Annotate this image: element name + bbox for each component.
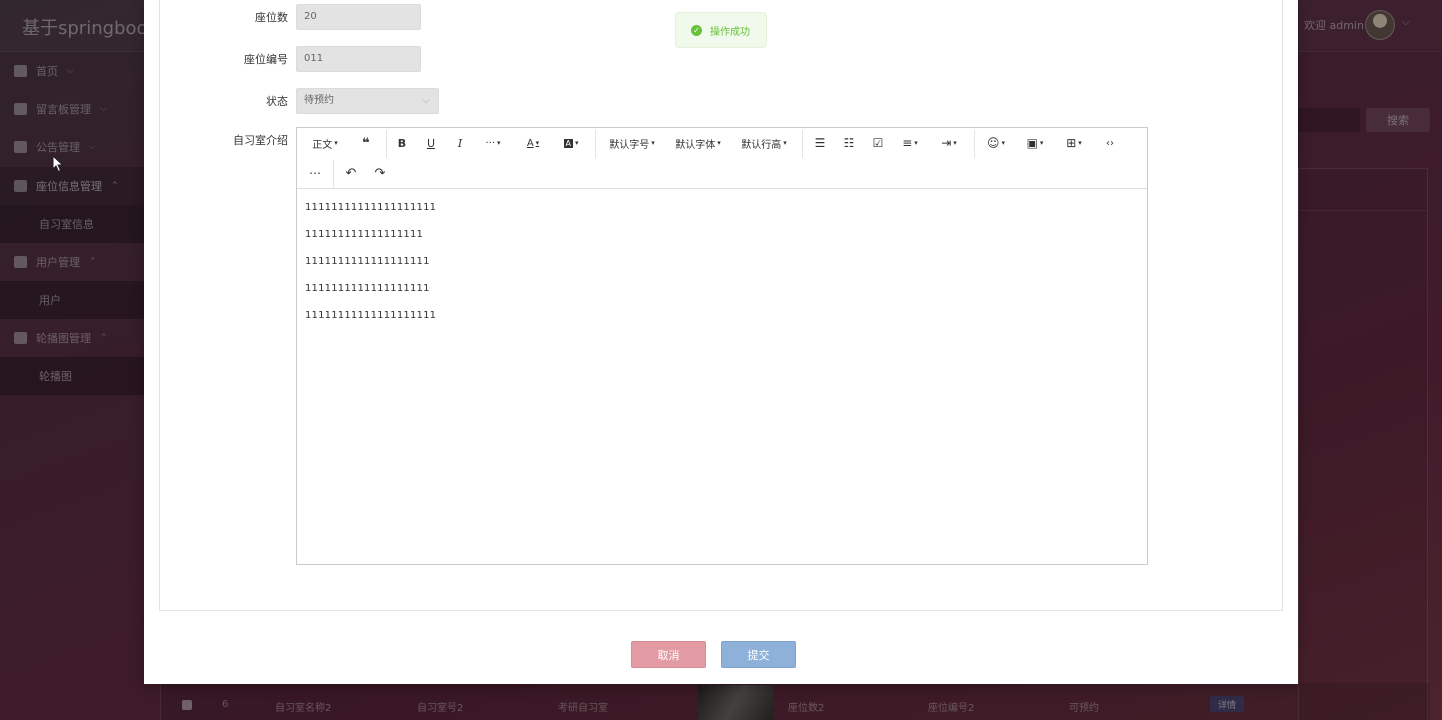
toolbar-divider (386, 130, 387, 158)
caret-down-icon: ▾ (1001, 139, 1006, 147)
align-icon: ≡ (902, 136, 913, 150)
font-size-label: 默认字号 (609, 139, 650, 151)
caret-down-icon: ▾ (783, 139, 787, 147)
editor-content[interactable]: 11111111111111111111 111111111111111111 … (305, 202, 436, 337)
font-family-select[interactable]: 默认字体 ▾ (671, 132, 725, 154)
toolbar-divider (802, 130, 803, 158)
todo-list-icon[interactable]: ☑ (867, 132, 889, 154)
indent-icon: ⇥ (941, 136, 952, 150)
status-select-value: 待预约 (304, 95, 334, 106)
font-size-select[interactable]: 默认字号 ▾ (605, 132, 659, 154)
italic-icon[interactable]: I (449, 132, 471, 154)
caret-down-icon: ▾ (1039, 139, 1044, 147)
emoji-button[interactable]: ☺ ▾ (983, 132, 1009, 154)
content-paragraph: 11111111111111111111 (305, 310, 437, 321)
status-select[interactable]: 待预约 ⌵ (296, 88, 439, 114)
line-height-label: 默认行高 (741, 139, 782, 151)
form-card: 座位数 20 座位编号 011 状态 待预约 ⌵ 自习室介绍 正文 ▾ ❝ B U… (159, 0, 1283, 611)
more-icon: ··· (485, 137, 496, 149)
numbered-list-icon[interactable]: ☷ (838, 132, 860, 154)
align-button[interactable]: ≡ ▾ (897, 132, 923, 154)
rich-text-editor: 正文 ▾ ❝ B U I ··· ▾ A ▾ A ▾ 默认字号 ▾ 默认字体 ▾ 默认行高 ▾… (296, 127, 1148, 565)
toolbar-divider (595, 130, 596, 158)
caret-down-icon: ▾ (953, 139, 957, 147)
quote-icon[interactable]: ❝ (353, 132, 379, 154)
toolbar-divider (333, 160, 334, 188)
content-paragraph: 111111111111111111 (305, 229, 424, 240)
success-toast: ✓ 操作成功 (675, 12, 767, 48)
caret-down-icon: ▾ (914, 139, 918, 147)
submit-button[interactable]: 提交 (721, 641, 796, 668)
divider-icon[interactable]: ⋯ (304, 162, 326, 184)
status-label: 状态 (266, 95, 288, 108)
caret-down-icon: ▾ (497, 139, 501, 147)
table-icon: ⊞ (1066, 136, 1077, 150)
image-icon: ▣ (1026, 136, 1038, 150)
font-family-label: 默认字体 (675, 139, 716, 151)
seat-code-label: 座位编号 (244, 53, 288, 66)
code-icon[interactable]: ‹› (1099, 132, 1121, 154)
bg-color-icon: A (563, 138, 573, 148)
chevron-down-icon: ⌵ (422, 95, 430, 106)
toolbar-divider (974, 130, 975, 158)
caret-down-icon: ▾ (717, 139, 721, 147)
image-button[interactable]: ▣ ▾ (1022, 132, 1048, 154)
heading-label: 正文 (312, 139, 333, 151)
caret-down-icon: ▾ (1078, 139, 1082, 147)
redo-icon[interactable]: ↷ (369, 162, 391, 184)
editor-toolbar: 正文 ▾ ❝ B U I ··· ▾ A ▾ A ▾ 默认字号 ▾ 默认字体 ▾ 默认行高 ▾… (297, 128, 1147, 189)
content-paragraph: 1111111111111111111 (305, 256, 430, 267)
intro-label: 自习室介绍 (233, 134, 288, 147)
content-paragraph: 1111111111111111111 (305, 283, 430, 294)
font-color-icon: A (526, 137, 534, 149)
caret-down-icon: ▾ (334, 139, 338, 147)
indent-button[interactable]: ⇥ ▾ (936, 132, 962, 154)
font-color-button[interactable]: A ▾ (519, 132, 547, 154)
heading-select[interactable]: 正文 ▾ (305, 132, 345, 154)
more-styles-button[interactable]: ··· ▾ (479, 132, 507, 154)
table-button[interactable]: ⊞ ▾ (1061, 132, 1087, 154)
toast-message: 操作成功 (710, 26, 750, 38)
emoji-icon: ☺ (986, 136, 1000, 150)
caret-down-icon: ▾ (651, 139, 655, 147)
line-height-select[interactable]: 默认行高 ▾ (737, 132, 791, 154)
cancel-button[interactable]: 取消 (631, 641, 706, 668)
bg-color-button[interactable]: A ▾ (557, 132, 585, 154)
seats-input[interactable]: 20 (296, 4, 421, 30)
edit-dialog: 座位数 20 座位编号 011 状态 待预约 ⌵ 自习室介绍 正文 ▾ ❝ B U… (144, 0, 1298, 684)
mouse-cursor-icon (52, 155, 64, 173)
success-check-icon: ✓ (691, 24, 702, 36)
underline-icon[interactable]: U (420, 132, 442, 154)
bullet-list-icon[interactable]: ☰ (809, 132, 831, 154)
seats-label: 座位数 (255, 11, 288, 24)
undo-icon[interactable]: ↶ (340, 162, 362, 184)
caret-down-icon: ▾ (574, 139, 579, 147)
seat-code-input[interactable]: 011 (296, 46, 421, 72)
bold-icon[interactable]: B (391, 132, 413, 154)
content-paragraph: 11111111111111111111 (305, 202, 437, 213)
caret-down-icon: ▾ (535, 139, 540, 147)
